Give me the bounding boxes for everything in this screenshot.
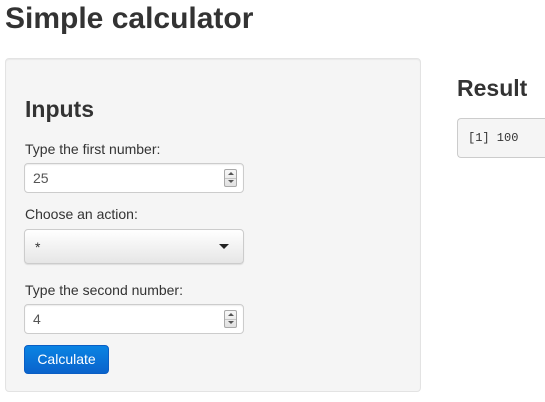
result-text: [1] 100 [468,131,519,145]
arrow-down-icon [228,180,234,183]
calculate-button[interactable]: Calculate [24,345,109,374]
action-label: Choose an action: [25,206,138,222]
first-number-value: 25 [33,170,49,186]
action-select[interactable]: * [24,229,244,264]
arrow-up-icon [228,313,234,316]
first-number-label: Type the first number: [25,141,161,157]
decrement-button[interactable] [225,178,236,186]
second-number-input[interactable]: 4 [24,304,244,334]
decrement-button[interactable] [225,319,236,327]
first-number-input[interactable]: 25 [24,163,244,193]
inputs-heading: Inputs [25,96,94,122]
first-number-spinner[interactable] [224,169,237,187]
chevron-down-icon [219,244,229,249]
result-heading: Result [457,75,528,101]
result-output: [1] 100 [457,118,545,158]
second-number-spinner[interactable] [224,310,237,328]
arrow-up-icon [228,172,234,175]
second-number-label: Type the second number: [25,282,183,298]
arrow-down-icon [228,321,234,324]
second-number-value: 4 [33,311,41,327]
page-title: Simple calculator [5,2,254,35]
action-selected-value: * [35,239,41,255]
inputs-panel: Inputs Type the first number: 25 Choose … [5,58,421,392]
